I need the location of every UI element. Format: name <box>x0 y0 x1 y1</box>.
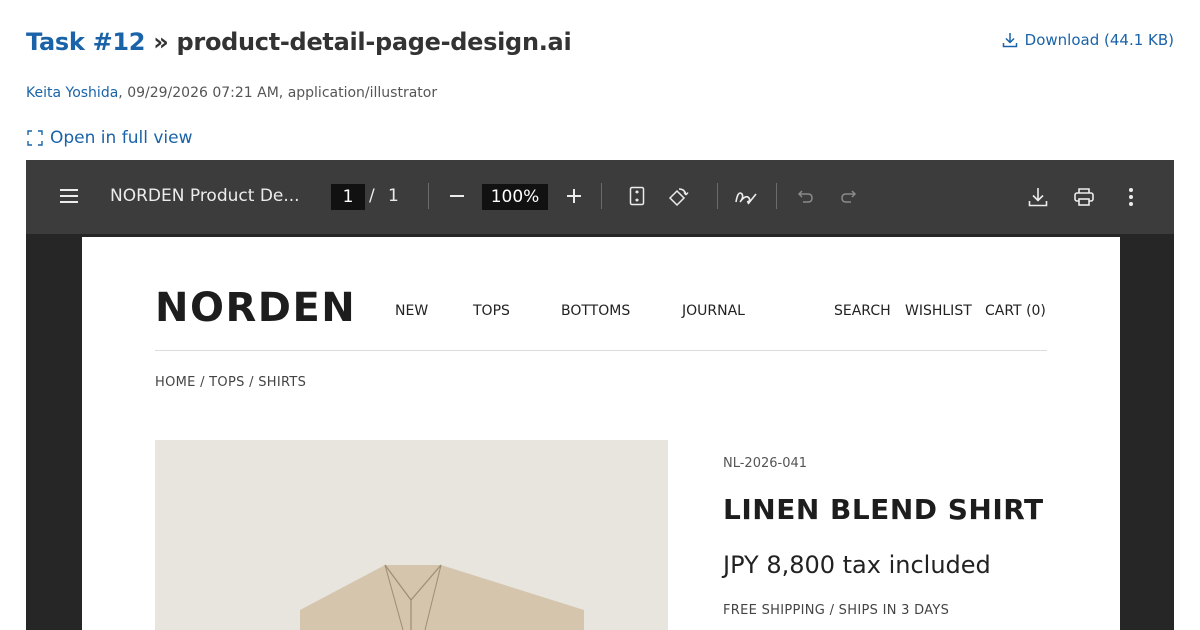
author-link[interactable]: Keita Yoshida <box>26 85 118 101</box>
product-name: LINEN BLEND SHIRT <box>723 493 1044 526</box>
nav-new: NEW <box>395 303 429 319</box>
viewer-download-icon[interactable] <box>1027 186 1049 208</box>
task-link[interactable]: Task #12 <box>26 28 145 56</box>
expand-icon <box>27 130 43 146</box>
document-title: NORDEN Product De... <box>110 186 300 206</box>
print-icon[interactable] <box>1073 187 1095 207</box>
brand-logo: NORDEN <box>155 285 357 331</box>
page-title: Task #12 » product-detail-page-design.ai <box>26 28 572 56</box>
redo-icon[interactable] <box>839 188 857 204</box>
nav-bottoms: BOTTOMS <box>561 303 631 319</box>
toolbar-divider <box>776 183 777 209</box>
toolbar-divider <box>717 183 718 209</box>
rotate-icon[interactable] <box>667 186 689 208</box>
viewer-toolbar: NORDEN Product De... 1 / 1 100% <box>26 160 1174 234</box>
undo-icon[interactable] <box>797 188 815 204</box>
file-meta: Keita Yoshida, 09/29/2026 07:21 AM, appl… <box>26 85 437 101</box>
zoom-out-icon[interactable] <box>449 188 465 204</box>
download-label: Download (44.1 KB) <box>1024 31 1174 49</box>
zoom-level-input[interactable]: 100% <box>482 184 548 210</box>
nav-search: SEARCH <box>834 303 891 319</box>
open-full-view-link[interactable]: Open in full view <box>26 128 192 148</box>
header-divider <box>155 350 1047 351</box>
menu-icon[interactable] <box>59 187 79 205</box>
annotate-icon[interactable] <box>734 186 758 208</box>
page-separator: / <box>369 186 375 206</box>
product-sku: NL-2026-041 <box>723 456 808 471</box>
document-page: NORDEN NEW TOPS BOTTOMS JOURNAL SEARCH W… <box>82 237 1120 630</box>
download-link[interactable]: Download (44.1 KB) <box>1001 31 1174 49</box>
nav-cart: CART (0) <box>985 303 1046 319</box>
nav-tops: TOPS <box>473 303 510 319</box>
fit-page-icon[interactable] <box>629 186 645 206</box>
zoom-in-icon[interactable] <box>566 188 582 204</box>
nav-wishlist: WISHLIST <box>905 303 972 319</box>
product-price: JPY 8,800 tax included <box>723 551 991 579</box>
shirt-illustration <box>300 564 584 630</box>
file-name: product-detail-page-design.ai <box>176 28 572 56</box>
meta-details: , 09/29/2026 07:21 AM, application/illus… <box>118 85 438 101</box>
nav-journal: JOURNAL <box>682 303 745 319</box>
open-full-view-label: Open in full view <box>50 128 193 148</box>
total-pages: 1 <box>388 186 399 206</box>
page-number-input[interactable]: 1 <box>331 184 365 210</box>
shipping-info: FREE SHIPPING / SHIPS IN 3 DAYS <box>723 603 950 618</box>
document-viewer: NORDEN Product De... 1 / 1 100% NORDEN N… <box>26 160 1174 630</box>
title-separator: » <box>153 28 169 56</box>
download-icon <box>1002 33 1017 48</box>
toolbar-divider <box>428 183 429 209</box>
product-image <box>155 440 668 630</box>
toolbar-divider <box>601 183 602 209</box>
more-icon[interactable] <box>1128 187 1134 207</box>
breadcrumb: HOME / TOPS / SHIRTS <box>155 375 307 390</box>
